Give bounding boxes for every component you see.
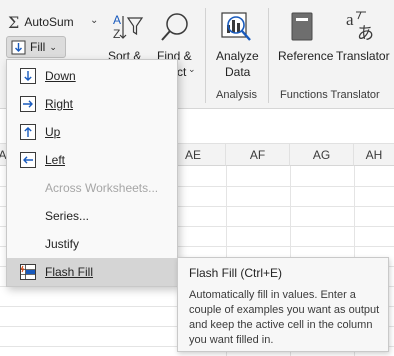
- menu-item-label: Across Worksheets...: [45, 181, 159, 195]
- flash-fill-icon: [20, 264, 36, 280]
- analyze-data-button[interactable]: [219, 10, 253, 44]
- find-chevron-down-icon: ⌄: [188, 64, 196, 74]
- tooltip-body: Automatically fill in values. Enter a co…: [189, 289, 380, 346]
- fill-down-icon: [20, 68, 36, 84]
- group-separator: [205, 8, 206, 103]
- fill-label: Fill: [30, 40, 46, 54]
- group-title-functions-translator: Functions Translator: [280, 89, 380, 101]
- menu-item-flash-fill[interactable]: Flash Fill: [7, 258, 177, 286]
- column-header[interactable]: AH: [354, 144, 394, 166]
- fill-dropdown-menu: Down Right Up Left Across Worksheets... …: [6, 59, 178, 287]
- fill-down-icon: [11, 40, 26, 54]
- menu-item-left[interactable]: Left: [7, 146, 177, 174]
- flash-fill-tooltip: Flash Fill (Ctrl+E) Automatically fill i…: [177, 257, 389, 352]
- translator-label: Translator: [336, 49, 390, 63]
- menu-item-label: Down: [45, 69, 76, 83]
- translator-button[interactable]: a あ: [343, 8, 379, 44]
- sort-filter-icon: A Z: [113, 13, 144, 41]
- svg-text:A: A: [113, 13, 121, 27]
- svg-text:Z: Z: [113, 27, 120, 41]
- svg-text:a: a: [346, 10, 354, 29]
- translator-icon: a あ: [346, 10, 374, 44]
- find-select-button[interactable]: [159, 10, 191, 44]
- autosum-dropdown-chevron-icon[interactable]: ⌄: [90, 15, 98, 26]
- group-separator: [268, 8, 269, 103]
- sort-filter-button[interactable]: A Z: [110, 10, 146, 44]
- column-header[interactable]: AG: [290, 144, 354, 166]
- sigma-icon: Σ: [8, 12, 20, 32]
- analyze-data-icon: [221, 12, 251, 41]
- menu-item-label: Flash Fill: [45, 265, 94, 279]
- reference-button[interactable]: [287, 10, 317, 44]
- menu-item-right[interactable]: Right: [7, 90, 177, 118]
- autosum-label: AutoSum: [24, 15, 74, 29]
- analyze-label-line1: Analyze: [216, 49, 259, 63]
- menu-item-justify[interactable]: Justify: [7, 230, 177, 258]
- tooltip-title: Flash Fill (Ctrl+E): [189, 266, 283, 280]
- book-icon: [291, 12, 313, 41]
- fill-button[interactable]: Fill ⌄: [6, 36, 66, 58]
- menu-item-label: Series...: [45, 209, 90, 223]
- fill-left-icon: [20, 152, 36, 168]
- menu-item-label: Up: [45, 125, 61, 139]
- menu-item-up[interactable]: Up: [7, 118, 177, 146]
- chevron-down-icon: ⌄: [49, 41, 57, 52]
- menu-item-label: Justify: [45, 237, 80, 251]
- menu-item-label: Right: [45, 97, 74, 111]
- group-title-analysis: Analysis: [216, 89, 257, 101]
- autosum-button[interactable]: Σ AutoSum: [8, 12, 74, 32]
- menu-item-across-worksheets: Across Worksheets...: [7, 174, 177, 202]
- column-header[interactable]: AF: [226, 144, 290, 166]
- fill-right-icon: [20, 96, 36, 112]
- analyze-label-line2: Data: [225, 65, 251, 79]
- find-sub-label: ct: [177, 65, 187, 79]
- menu-item-series[interactable]: Series...: [7, 202, 177, 230]
- reference-label: Reference: [278, 49, 334, 63]
- svg-text:あ: あ: [357, 24, 374, 44]
- fill-up-icon: [20, 124, 36, 140]
- menu-item-label: Left: [45, 153, 66, 167]
- menu-item-down[interactable]: Down: [7, 62, 177, 90]
- magnifier-icon: [161, 13, 188, 41]
